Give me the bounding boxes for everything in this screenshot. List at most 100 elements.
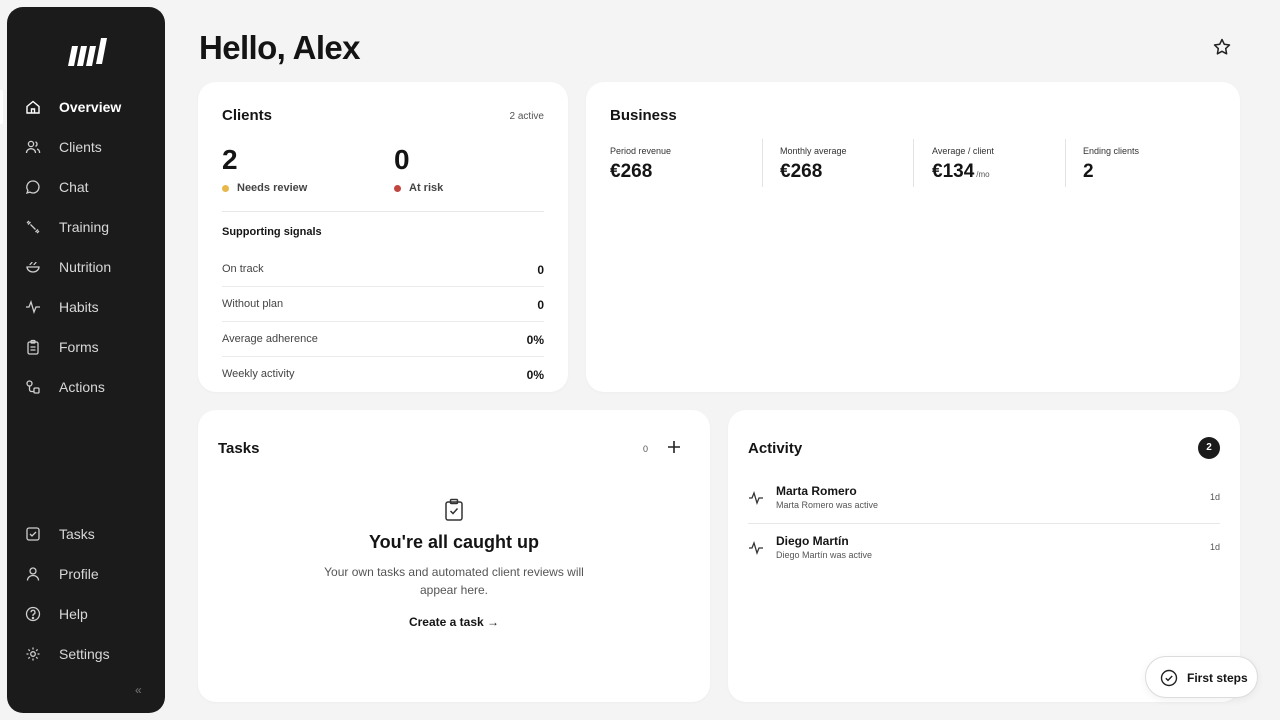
signal-label: On track [222, 263, 264, 275]
nav-overview[interactable]: Overview [0, 90, 165, 124]
metric-label: Monthly average [780, 146, 847, 156]
tasks-card: Tasks 0 You're all caught up Your own ta… [198, 410, 710, 702]
bowl-icon [25, 259, 41, 275]
nav-actions[interactable]: Actions [7, 370, 165, 404]
signal-value: 0 [537, 263, 544, 277]
tasks-count: 0 [643, 444, 649, 454]
nav-label: Settings [59, 646, 110, 662]
signal-label: Weekly activity [222, 368, 295, 380]
signal-label: Average adherence [222, 333, 318, 345]
at-risk-count[interactable]: 0 [394, 144, 410, 176]
add-task-icon[interactable] [666, 439, 682, 455]
business-card: Business Period revenue €268 Monthly ave… [586, 82, 1240, 392]
needs-review-count[interactable]: 2 [222, 144, 238, 176]
empty-state-text: Your own tasks and automated client revi… [324, 565, 584, 597]
metric-label: Period revenue [610, 146, 672, 156]
nav-label: Actions [59, 379, 105, 395]
star-icon[interactable] [1212, 37, 1232, 57]
nav-label: Chat [59, 179, 89, 195]
activity-time: 1d [1209, 492, 1220, 502]
activity-time: 1d [1209, 542, 1220, 552]
tasks-title: Tasks [218, 440, 260, 457]
metric-label: Ending clients [1083, 146, 1140, 156]
collapse-sidebar-button[interactable]: « [135, 683, 142, 697]
home-icon [25, 99, 41, 115]
signal-value: 0% [526, 333, 544, 347]
activity-item[interactable]: Diego Martín Diego Martín was active 1d [748, 530, 1220, 580]
active-count: 2 active [509, 111, 544, 122]
actions-icon [25, 379, 41, 395]
metric-separator [1065, 139, 1066, 187]
needs-review-label: Needs review [222, 181, 307, 195]
signal-value: 0 [537, 298, 544, 312]
user-icon [25, 566, 41, 582]
needs-review-dot [222, 184, 229, 192]
signal-value: 0% [526, 368, 544, 382]
divider [748, 523, 1220, 524]
nav-profile[interactable]: Profile [7, 557, 165, 591]
signals-title: Supporting signals [222, 226, 322, 238]
sidebar: Overview Clients Chat Training Nutrition… [0, 7, 165, 713]
metric-unit: /mo [976, 170, 990, 179]
dumbbell-icon [25, 219, 41, 235]
metric-separator [913, 139, 914, 187]
check-circle-icon [1160, 669, 1178, 687]
activity-name: Diego Martín [776, 534, 849, 548]
metric-value: €268 [610, 161, 653, 182]
pulse-icon [749, 541, 763, 555]
nav-label: Help [59, 606, 88, 622]
nav-label: Forms [59, 339, 99, 355]
nav-label: Nutrition [59, 259, 112, 275]
nav-forms[interactable]: Forms [7, 330, 165, 364]
checkbox-icon [25, 526, 41, 542]
pulse-icon [749, 491, 763, 505]
nav-tasks[interactable]: Tasks [7, 517, 165, 551]
activity-desc: Marta Romero was active [776, 500, 879, 510]
needs-review-text: Needs review [237, 182, 308, 194]
signal-row: Weekly activity 0% [222, 357, 544, 392]
nav-training[interactable]: Training [7, 210, 165, 244]
activity-name: Marta Romero [776, 484, 857, 498]
nav-label: Tasks [59, 526, 95, 542]
signal-row: Average adherence 0% [222, 322, 544, 357]
divider [222, 211, 544, 212]
at-risk-text: At risk [409, 182, 444, 194]
page-title: Hello, Alex [199, 29, 361, 66]
first-steps-label: First steps [1187, 671, 1248, 685]
chat-icon [25, 179, 41, 195]
signal-row: On track 0 [222, 252, 544, 287]
help-icon [25, 606, 41, 622]
activity-desc: Diego Martín was active [776, 550, 873, 560]
metric-value: €268 [780, 161, 823, 182]
metric-separator [762, 139, 763, 187]
nav-nutrition[interactable]: Nutrition [7, 250, 165, 284]
nav-help[interactable]: Help [7, 597, 165, 631]
metric-value: €134/mo [932, 161, 990, 182]
nav-label: Training [59, 219, 110, 235]
nav-label: Profile [59, 566, 99, 582]
gear-icon [25, 646, 41, 662]
nav-label: Habits [59, 299, 99, 315]
clipboard-check-icon [445, 498, 463, 521]
nav-clients[interactable]: Clients [7, 130, 165, 164]
nav-habits[interactable]: Habits [7, 290, 165, 324]
app-logo[interactable] [64, 36, 110, 68]
activity-count-badge: 2 [1198, 437, 1220, 459]
clients-title: Clients [222, 107, 273, 124]
at-risk-label: At risk [394, 181, 443, 195]
metric-label: Average / client [932, 146, 994, 156]
users-icon [25, 139, 41, 155]
create-task-link[interactable]: Create a task → [198, 615, 710, 629]
first-steps-button[interactable]: First steps [1145, 656, 1258, 698]
nav-settings[interactable]: Settings [7, 637, 165, 671]
nav-label: Clients [59, 139, 102, 155]
at-risk-dot [394, 184, 401, 192]
metric-value: 2 [1083, 161, 1094, 182]
clipboard-icon [25, 339, 41, 355]
clients-card: Clients 2 active 2 Needs review 0 At ris… [198, 82, 568, 392]
activity-title: Activity [748, 440, 803, 457]
signal-row: Without plan 0 [222, 287, 544, 322]
signal-label: Without plan [222, 298, 284, 310]
empty-state-title: You're all caught up [369, 532, 539, 552]
nav-chat[interactable]: Chat [7, 170, 165, 204]
